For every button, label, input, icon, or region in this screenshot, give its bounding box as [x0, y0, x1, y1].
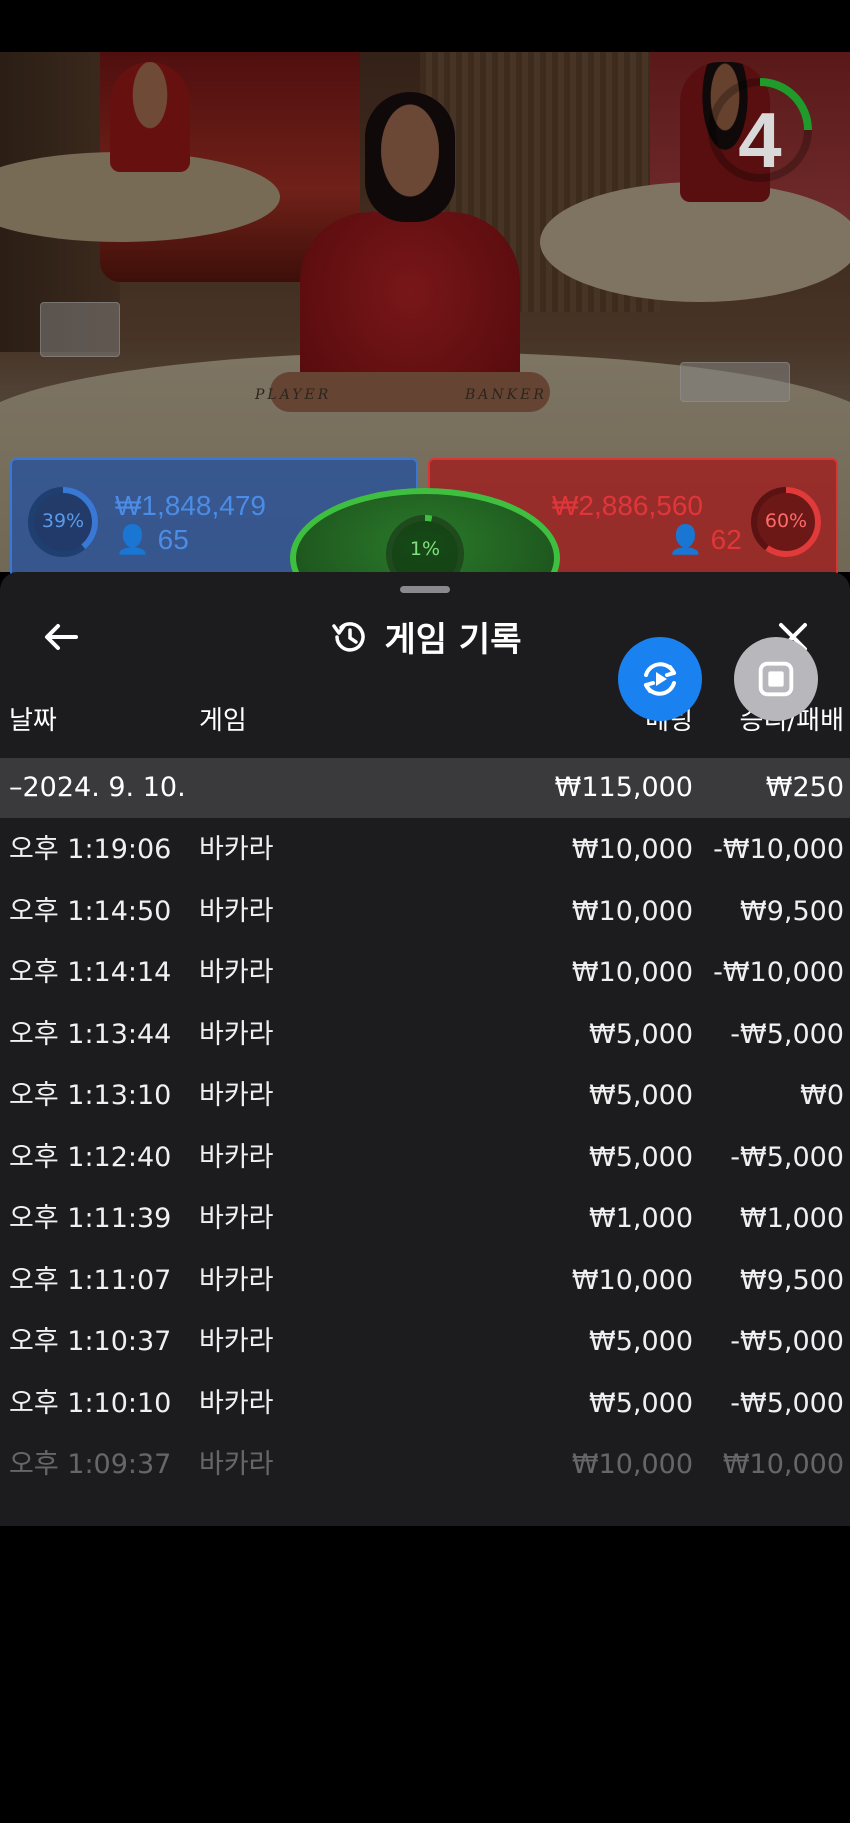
replay-icon	[644, 662, 676, 696]
history-list: 오후 1:19:06 바카라 ₩10,000 -₩10,000 오후 1:14:…	[0, 818, 850, 1495]
row-game: 바카라	[199, 1018, 274, 1050]
countdown-timer: 4	[738, 96, 782, 184]
column-game: 게임	[199, 706, 247, 736]
date-group-bet-total: ₩115,000	[554, 772, 693, 803]
row-win-loss: ₩0	[800, 1080, 844, 1111]
row-game: 바카라	[199, 1080, 274, 1111]
row-time: 오후 1:19:06	[9, 834, 172, 865]
row-bet: ₩5,000	[589, 1018, 693, 1050]
row-bet: ₩10,000	[571, 834, 693, 865]
row-game: 바카라	[199, 1449, 274, 1480]
history-row[interactable]: 오후 1:10:10 바카라 ₩5,000 -₩5,000	[0, 1372, 850, 1434]
game-history-sheet: 게임 기록 날짜 게임 베팅 승리/패배 –2024. 9. 10. ₩115,…	[0, 572, 850, 1526]
row-game: 바카라	[199, 834, 274, 865]
row-bet: ₩10,000	[571, 1449, 693, 1480]
row-time: 오후 1:12:40	[9, 1141, 172, 1173]
row-win-loss: -₩5,000	[730, 1326, 844, 1357]
row-bet: ₩10,000	[571, 957, 693, 988]
row-win-loss: ₩9,500	[740, 1264, 844, 1296]
table-header: 날짜 게임 베팅 승리/패배	[0, 700, 850, 740]
row-game: 바카라	[199, 1264, 274, 1296]
history-row[interactable]: 오후 1:10:37 바카라 ₩5,000 -₩5,000	[0, 1310, 850, 1372]
player-percent: 39%	[41, 510, 85, 532]
row-win-loss: ₩1,000	[740, 1203, 844, 1234]
stop-button[interactable]	[734, 637, 818, 721]
sheet-title: 게임 기록	[384, 620, 522, 660]
row-bet: ₩5,000	[589, 1326, 693, 1357]
row-win-loss: -₩10,000	[713, 957, 844, 988]
banker-total-amount: ₩2,886,560	[552, 490, 703, 521]
row-time: 오후 1:14:50	[9, 895, 172, 927]
row-win-loss: -₩5,000	[730, 1387, 844, 1419]
history-row[interactable]: 오후 1:19:06 바카라 ₩10,000 -₩10,000	[0, 818, 850, 880]
row-win-loss: -₩10,000	[713, 834, 844, 865]
history-row[interactable]: 오후 1:14:50 바카라 ₩10,000 ₩9,500	[0, 880, 850, 942]
row-time: 오후 1:14:14	[9, 957, 172, 988]
row-game: 바카라	[199, 1387, 274, 1419]
user-icon: 👤	[115, 524, 150, 555]
row-win-loss: -₩5,000	[730, 1018, 844, 1050]
history-row[interactable]: 오후 1:09:37 바카라 ₩10,000 ₩10,000	[0, 1433, 850, 1495]
row-bet: ₩5,000	[589, 1387, 693, 1419]
tie-percent: 1%	[409, 538, 441, 560]
player-count: 👤 65	[115, 524, 189, 555]
row-time: 오후 1:10:37	[9, 1326, 172, 1357]
history-row[interactable]: 오후 1:13:10 바카라 ₩5,000 ₩0	[0, 1064, 850, 1126]
row-time: 오후 1:11:07	[9, 1264, 172, 1296]
history-row[interactable]: 오후 1:14:14 바카라 ₩10,000 -₩10,000	[0, 941, 850, 1003]
row-time: 오후 1:09:37	[9, 1449, 172, 1480]
row-bet: ₩5,000	[589, 1141, 693, 1173]
row-game: 바카라	[199, 957, 274, 988]
row-game: 바카라	[199, 1141, 274, 1173]
banker-count: 👤 62	[668, 524, 742, 555]
history-row[interactable]: 오후 1:12:40 바카라 ₩5,000 -₩5,000	[0, 1126, 850, 1188]
banker-percent: 60%	[764, 510, 808, 532]
row-time: 오후 1:13:44	[9, 1018, 172, 1050]
history-icon	[331, 621, 365, 652]
sheet-drag-handle[interactable]	[400, 586, 450, 593]
row-win-loss: -₩5,000	[730, 1141, 844, 1173]
row-time: 오후 1:11:39	[9, 1203, 172, 1234]
replay-button[interactable]	[618, 637, 702, 721]
row-game: 바카라	[199, 1326, 274, 1357]
row-bet: ₩10,000	[571, 1264, 693, 1296]
history-row[interactable]: 오후 1:13:44 바카라 ₩5,000 -₩5,000	[0, 1003, 850, 1065]
player-total-amount: ₩1,848,479	[115, 490, 266, 521]
row-bet: ₩1,000	[589, 1203, 693, 1234]
column-date: 날짜	[9, 706, 57, 736]
stop-icon	[758, 661, 794, 697]
date-group-wl-total: ₩250	[765, 772, 844, 803]
user-icon: 👤	[668, 524, 703, 555]
history-row[interactable]: 오후 1:11:39 바카라 ₩1,000 ₩1,000	[0, 1187, 850, 1249]
row-time: 오후 1:13:10	[9, 1080, 172, 1111]
row-time: 오후 1:10:10	[9, 1387, 172, 1419]
history-row[interactable]: 오후 1:11:07 바카라 ₩10,000 ₩9,500	[0, 1249, 850, 1311]
row-win-loss: ₩9,500	[740, 895, 844, 927]
date-group-row[interactable]: –2024. 9. 10. ₩115,000 ₩250	[0, 758, 850, 818]
date-group-label: –2024. 9. 10.	[9, 772, 186, 803]
row-game: 바카라	[199, 1203, 274, 1234]
row-win-loss: ₩10,000	[722, 1449, 844, 1480]
row-bet: ₩10,000	[571, 895, 693, 927]
row-bet: ₩5,000	[589, 1080, 693, 1111]
row-game: 바카라	[199, 895, 274, 927]
